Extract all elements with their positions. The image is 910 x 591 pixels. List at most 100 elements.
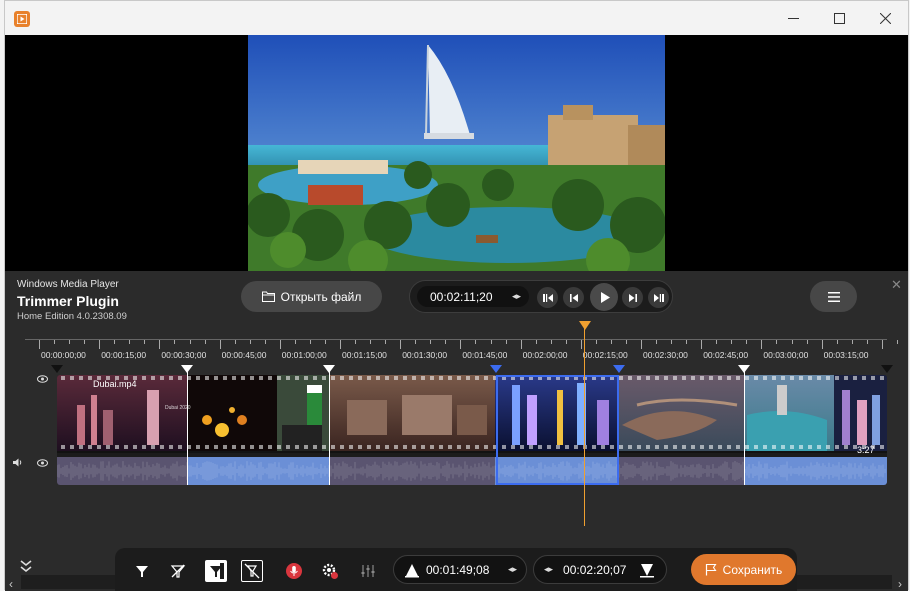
film-hole <box>367 445 371 449</box>
scroll-left-icon[interactable]: ‹ <box>9 577 13 591</box>
ruler-tick <box>746 340 748 344</box>
time-stepper-icon[interactable]: ◂▸ <box>512 291 521 302</box>
film-hole <box>637 445 641 449</box>
start-time-stepper-icon[interactable]: ◂▸ <box>508 564 517 575</box>
film-hole <box>124 445 128 449</box>
film-hole <box>826 376 830 380</box>
ruler-tick <box>851 340 853 344</box>
eye-icon[interactable] <box>37 374 48 386</box>
film-hole <box>403 445 407 449</box>
filter-frame-button[interactable] <box>205 560 227 582</box>
selection-end-handle[interactable] <box>613 365 625 373</box>
film-hole <box>358 376 362 380</box>
film-hole <box>655 376 659 380</box>
ruler-tick <box>731 340 733 344</box>
gear-icon <box>322 563 338 579</box>
ruler-tick <box>234 340 236 344</box>
film-hole <box>70 445 74 449</box>
film-hole <box>241 445 245 449</box>
film-hole <box>466 376 470 380</box>
delete-frame-button[interactable] <box>241 560 263 582</box>
ruler-tick <box>355 340 357 344</box>
step-back-button[interactable] <box>563 287 584 308</box>
settings-button[interactable] <box>319 560 341 582</box>
film-hole <box>727 445 731 449</box>
ruler-tick <box>129 340 131 344</box>
filter-off-button[interactable] <box>167 560 189 582</box>
film-hole <box>844 445 848 449</box>
film-hole <box>745 445 749 449</box>
film-hole <box>232 376 236 380</box>
panel-close-icon[interactable]: ✕ <box>891 277 902 293</box>
film-hole <box>340 445 344 449</box>
cut-marker[interactable] <box>187 365 188 485</box>
film-hole <box>736 376 740 380</box>
cut-marker[interactable] <box>744 365 745 485</box>
video-track[interactable]: Dubai.mp4 Dubai 2020 3:27 <box>57 375 887 485</box>
minimize-button[interactable] <box>770 1 816 35</box>
cut-marker-handle[interactable] <box>738 365 750 373</box>
open-file-button[interactable]: Открыть файл <box>241 281 382 312</box>
speaker-icon[interactable] <box>13 458 24 470</box>
film-hole <box>205 376 209 380</box>
prev-segment-button[interactable] <box>537 287 558 308</box>
cut-marker[interactable] <box>329 365 330 485</box>
next-segment-button[interactable] <box>648 287 669 308</box>
ruler-tick <box>580 340 582 349</box>
start-time: 00:01:49;08 <box>426 562 490 577</box>
close-button[interactable] <box>862 1 908 35</box>
record-audio-button[interactable] <box>283 560 305 582</box>
film-hole <box>799 445 803 449</box>
scroll-right-icon[interactable]: › <box>898 577 902 591</box>
film-hole <box>727 376 731 380</box>
current-time: 00:02:11;20 <box>430 289 493 304</box>
selected-segment[interactable] <box>496 375 619 485</box>
film-hole <box>691 376 695 380</box>
equalizer-button[interactable] <box>357 560 379 582</box>
film-hole <box>682 376 686 380</box>
ruler-tick <box>114 340 116 344</box>
playhead[interactable] <box>584 321 585 526</box>
menu-button[interactable] <box>810 281 857 312</box>
ruler-tick <box>686 340 688 344</box>
film-hole <box>277 445 281 449</box>
ruler-tick <box>445 340 447 344</box>
collapse-icon[interactable] <box>20 559 32 578</box>
film-hole <box>835 376 839 380</box>
save-button[interactable]: Сохранить <box>691 554 796 585</box>
mark-in-icon <box>405 563 419 577</box>
cut-marker-handle[interactable] <box>181 365 193 373</box>
timeline: 00:00:00;00 00:00:15;00 00:00:30;00 00:00:4… <box>5 321 908 591</box>
film-hole <box>295 376 299 380</box>
end-time-field[interactable]: ◂▸ 00:02:20;07 <box>533 555 667 584</box>
film-hole <box>421 376 425 380</box>
edit-toolbar: 00:01:49;08 ◂▸ ◂▸ 00:02:20;07 Сохранить <box>115 548 797 591</box>
eye-icon[interactable] <box>37 458 48 470</box>
ruler-tick <box>189 340 191 344</box>
film-hole <box>853 376 857 380</box>
film-hole <box>349 445 353 449</box>
film-hole <box>790 376 794 380</box>
ruler-label: 00:02:15;00 <box>582 350 628 360</box>
ruler-tick <box>204 340 206 344</box>
cut-marker-handle[interactable] <box>323 365 335 373</box>
time-ruler[interactable]: 00:00:00;00 00:00:15;00 00:00:30;00 00:00:4… <box>25 339 898 365</box>
film-hole <box>673 376 677 380</box>
filter-button[interactable] <box>131 560 153 582</box>
track-filename: Dubai.mp4 <box>93 379 137 389</box>
film-hole <box>322 445 326 449</box>
start-time-field[interactable]: 00:01:49;08 ◂▸ <box>393 555 527 584</box>
end-time-stepper-icon[interactable]: ◂▸ <box>544 564 553 575</box>
ruler-tick <box>565 340 567 344</box>
current-time-field[interactable]: 00:02:11;20 ◂▸ <box>417 286 529 307</box>
ruler-label: 00:03:15;00 <box>823 350 869 360</box>
step-forward-button[interactable] <box>622 287 643 308</box>
ruler-tick <box>54 340 56 344</box>
ruler-tick <box>505 340 507 344</box>
selection-start-handle[interactable] <box>490 365 502 373</box>
playhead-handle[interactable] <box>579 321 591 330</box>
film-hole <box>169 445 173 449</box>
play-button[interactable] <box>590 283 618 311</box>
maximize-button[interactable] <box>816 1 862 35</box>
filter-icon <box>136 566 148 577</box>
